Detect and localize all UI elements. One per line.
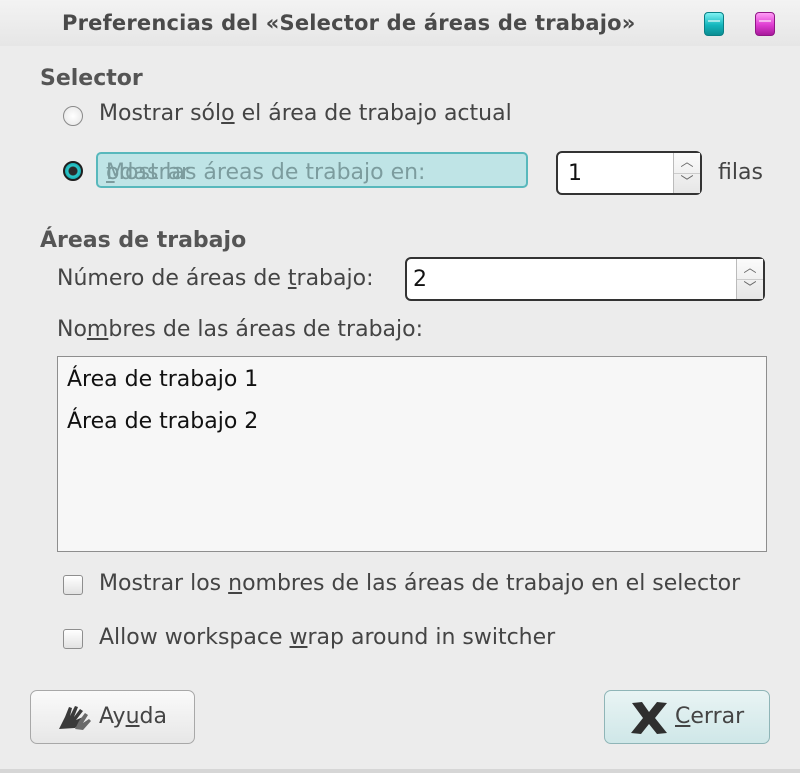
close-button[interactable]: Cerrar [604, 690, 770, 744]
help-hands-icon [59, 706, 91, 730]
wrap-around-label[interactable]: Allow workspace wrap around in switcher [99, 625, 555, 650]
radio-all-workspaces-label[interactable]: Mostrar t odas las áreas de trabajo en: [96, 152, 528, 188]
workspace-count-value: 2 [413, 267, 427, 292]
rows-stepper[interactable]: ︿ ﹀ [673, 153, 700, 193]
title-bar[interactable]: Preferencias del «Selector de áreas de t… [0, 0, 800, 46]
help-button-label: Ayuda [99, 704, 167, 729]
minimize-button[interactable] [704, 12, 724, 36]
chevron-down-icon[interactable]: ﹀ [737, 279, 763, 299]
show-names-checkbox[interactable] [63, 575, 83, 595]
workspace-count-spinbutton[interactable]: 2 ︿ ﹀ [405, 257, 765, 301]
workspace-count-label: Número de áreas de trabajo: [57, 266, 374, 291]
preferences-dialog: Preferencias del «Selector de áreas de t… [0, 0, 800, 773]
workspace-names-list[interactable]: Área de trabajo 1 Área de trabajo 2 [57, 356, 767, 552]
help-button[interactable]: Ayuda [30, 690, 195, 744]
wrap-around-checkbox[interactable] [63, 629, 83, 649]
list-item[interactable]: Área de trabajo 2 [67, 409, 258, 434]
chevron-down-icon[interactable]: ﹀ [674, 173, 700, 193]
close-x-icon [631, 702, 667, 734]
close-window-button[interactable] [755, 12, 775, 36]
radio-current-workspace-label[interactable]: Mostrar sólo el área de trabajo actual [99, 101, 512, 126]
close-button-label: Cerrar [675, 704, 745, 729]
workspace-count-stepper[interactable]: ︿ ﹀ [736, 259, 763, 299]
workspace-names-label: Nombres de las áreas de trabajo: [57, 317, 424, 342]
window-bottom-edge [0, 769, 800, 773]
show-names-label[interactable]: Mostrar los nombres de las áreas de trab… [99, 571, 740, 596]
radio-current-workspace[interactable] [63, 106, 83, 126]
workspaces-heading: Áreas de trabajo [40, 228, 247, 253]
rows-unit-label: filas [718, 160, 763, 185]
window-title: Preferencias del «Selector de áreas de t… [62, 11, 636, 35]
list-item[interactable]: Área de trabajo 1 [67, 367, 258, 392]
chevron-up-icon[interactable]: ︿ [737, 259, 763, 280]
selector-heading: Selector [40, 66, 143, 91]
radio-all-workspaces[interactable] [63, 161, 83, 181]
rows-value: 1 [568, 161, 582, 186]
chevron-up-icon[interactable]: ︿ [674, 153, 700, 174]
rows-spinbutton[interactable]: 1 ︿ ﹀ [556, 151, 702, 195]
